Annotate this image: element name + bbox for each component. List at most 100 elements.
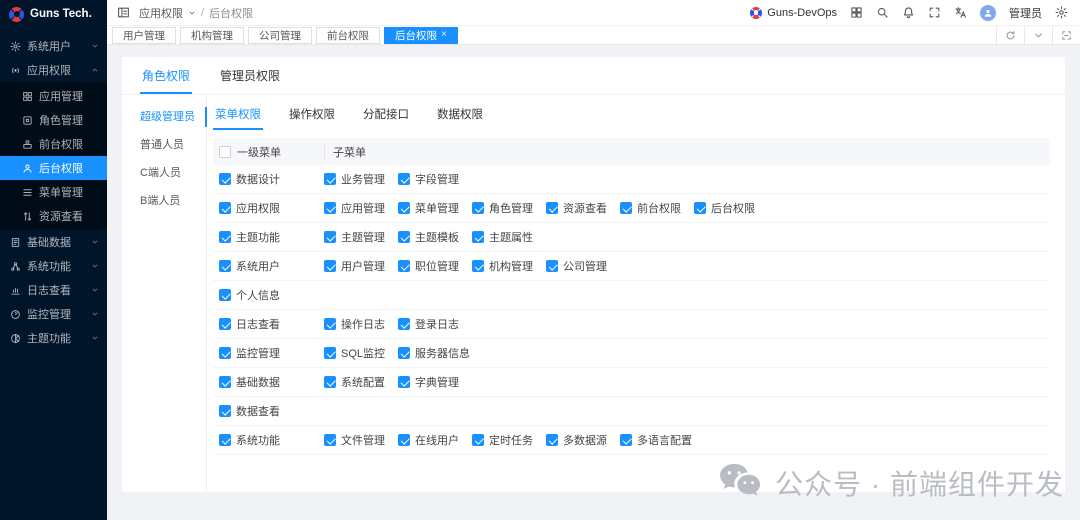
bell-icon[interactable] bbox=[902, 6, 915, 19]
submenu-checkbox-item: 业务管理 bbox=[324, 171, 385, 187]
submenu-checkbox-item: 字典管理 bbox=[398, 374, 459, 390]
submenu-cell: 系统配置 字典管理 bbox=[324, 374, 1050, 390]
role-item-超级管理员[interactable]: 超级管理员 bbox=[122, 103, 207, 131]
checkbox[interactable] bbox=[219, 405, 231, 417]
checkbox[interactable] bbox=[219, 173, 231, 185]
checkbox[interactable] bbox=[620, 202, 632, 214]
perm-tab-数据权限[interactable]: 数据权限 bbox=[435, 103, 485, 130]
sidebar-item-应用权限[interactable]: 应用权限 bbox=[0, 58, 107, 82]
page-tab-后台权限[interactable]: 后台权限 × bbox=[384, 26, 458, 44]
checkbox[interactable] bbox=[398, 202, 410, 214]
page-tab-机构管理[interactable]: 机构管理 bbox=[180, 26, 244, 44]
checkbox[interactable] bbox=[472, 260, 484, 272]
checkbox[interactable] bbox=[472, 434, 484, 446]
checkbox[interactable] bbox=[219, 434, 231, 446]
menu-cell: 个人信息 bbox=[219, 287, 324, 303]
checkbox[interactable] bbox=[472, 202, 484, 214]
apps-grid-icon[interactable] bbox=[850, 6, 863, 19]
checkbox[interactable] bbox=[398, 173, 410, 185]
sidebar-item-主题功能[interactable]: 主题功能 bbox=[0, 326, 107, 350]
checkbox[interactable] bbox=[219, 289, 231, 301]
checkbox[interactable] bbox=[219, 231, 231, 243]
search-icon[interactable] bbox=[876, 6, 889, 19]
checkbox[interactable] bbox=[398, 434, 410, 446]
checkbox[interactable] bbox=[546, 202, 558, 214]
logo-icon bbox=[9, 6, 24, 22]
page-tabs: 用户管理 机构管理 公司管理 前台权限 后台权限 × bbox=[112, 26, 996, 44]
checkbox[interactable] bbox=[472, 231, 484, 243]
sidebar-item-应用管理[interactable]: 应用管理 bbox=[0, 84, 107, 108]
role-item-C端人员[interactable]: C端人员 bbox=[122, 159, 206, 187]
perm-tab-操作权限[interactable]: 操作权限 bbox=[287, 103, 337, 130]
checkbox-label: 服务器信息 bbox=[415, 348, 471, 360]
checkbox[interactable] bbox=[546, 260, 558, 272]
checkbox[interactable] bbox=[620, 434, 632, 446]
menu-checkbox-item: 基础数据 bbox=[219, 374, 280, 390]
checkbox[interactable] bbox=[398, 231, 410, 243]
checkbox[interactable] bbox=[398, 376, 410, 388]
sidebar-item-监控管理[interactable]: 监控管理 bbox=[0, 302, 107, 326]
page-tab-公司管理[interactable]: 公司管理 bbox=[248, 26, 312, 44]
checkbox[interactable] bbox=[398, 347, 411, 359]
tab-管理员权限[interactable]: 管理员权限 bbox=[218, 57, 282, 94]
refresh-icon[interactable] bbox=[996, 26, 1024, 44]
checkbox[interactable] bbox=[546, 434, 558, 446]
menu-fold-icon[interactable] bbox=[117, 6, 130, 19]
sidebar-item-系统功能[interactable]: 系统功能 bbox=[0, 254, 107, 278]
brand-link[interactable]: Guns-DevOps bbox=[750, 6, 837, 19]
checkbox-label: 系统功能 bbox=[236, 435, 280, 447]
role-item-普通人员[interactable]: 普通人员 bbox=[122, 131, 206, 159]
checkbox[interactable] bbox=[398, 318, 410, 330]
sidebar-item-前台权限[interactable]: 前台权限 bbox=[0, 132, 107, 156]
checkbox[interactable] bbox=[324, 173, 336, 185]
checkbox[interactable] bbox=[324, 376, 336, 388]
perm-tab-菜单权限[interactable]: 菜单权限 bbox=[213, 103, 263, 130]
sidebar-item-后台权限[interactable]: 后台权限 bbox=[0, 156, 107, 180]
user-icon bbox=[22, 163, 33, 174]
sidebar-item-label: 应用权限 bbox=[27, 65, 71, 77]
select-all-checkbox[interactable] bbox=[219, 145, 231, 158]
checkbox-label: 定时任务 bbox=[489, 435, 533, 447]
checkbox[interactable] bbox=[219, 376, 231, 388]
sidebar-item-角色管理[interactable]: 角色管理 bbox=[0, 108, 107, 132]
checkbox[interactable] bbox=[324, 347, 336, 359]
sidebar-item-系统用户[interactable]: 系统用户 bbox=[0, 34, 107, 58]
sidebar-item-日志查看[interactable]: 日志查看 bbox=[0, 278, 107, 302]
submenu-cell: SQL监控 服务器信息 bbox=[324, 345, 1050, 361]
checkbox[interactable] bbox=[219, 202, 231, 214]
checkbox[interactable] bbox=[694, 202, 706, 214]
sidebar-item-资源查看[interactable]: 资源查看 bbox=[0, 204, 107, 228]
sidebar-item-label: 系统功能 bbox=[27, 261, 71, 273]
close-icon[interactable]: × bbox=[441, 30, 447, 40]
menu-cell: 系统用户 bbox=[219, 258, 324, 274]
checkbox[interactable] bbox=[324, 318, 336, 330]
checkbox-label: 菜单管理 bbox=[415, 203, 459, 215]
checkbox[interactable] bbox=[219, 260, 231, 272]
avatar[interactable] bbox=[980, 4, 996, 21]
tabs-dropdown-chevron-icon[interactable] bbox=[1024, 26, 1052, 44]
page-tab-用户管理[interactable]: 用户管理 bbox=[112, 26, 176, 44]
submenu-checkbox-item: 多数据源 bbox=[546, 432, 607, 448]
submenu-checkbox-item: 主题属性 bbox=[472, 229, 533, 245]
checkbox[interactable] bbox=[324, 260, 336, 272]
settings-gear-icon[interactable] bbox=[1055, 6, 1068, 19]
checkbox[interactable] bbox=[324, 231, 336, 243]
frontend-icon bbox=[22, 139, 33, 150]
content-fullscreen-icon[interactable] bbox=[1052, 26, 1080, 44]
user-name[interactable]: 管理员 bbox=[1009, 5, 1042, 21]
submenu-cell: 用户管理 职位管理 机构管理 公司管理 bbox=[324, 258, 1050, 274]
role-item-B端人员[interactable]: B端人员 bbox=[122, 187, 206, 215]
checkbox[interactable] bbox=[324, 202, 336, 214]
tab-角色权限[interactable]: 角色权限 bbox=[140, 57, 193, 94]
checkbox[interactable] bbox=[219, 318, 231, 330]
perm-tab-分配接口[interactable]: 分配接口 bbox=[361, 103, 411, 130]
checkbox[interactable] bbox=[398, 260, 410, 272]
sidebar-item-菜单管理[interactable]: 菜单管理 bbox=[0, 180, 107, 204]
fullscreen-icon[interactable] bbox=[928, 6, 941, 19]
sidebar-item-基础数据[interactable]: 基础数据 bbox=[0, 230, 107, 254]
translate-icon[interactable] bbox=[954, 6, 967, 19]
checkbox[interactable] bbox=[219, 347, 231, 359]
breadcrumb-parent[interactable]: 应用权限 bbox=[139, 5, 183, 21]
checkbox[interactable] bbox=[324, 434, 336, 446]
page-tab-前台权限[interactable]: 前台权限 bbox=[316, 26, 380, 44]
